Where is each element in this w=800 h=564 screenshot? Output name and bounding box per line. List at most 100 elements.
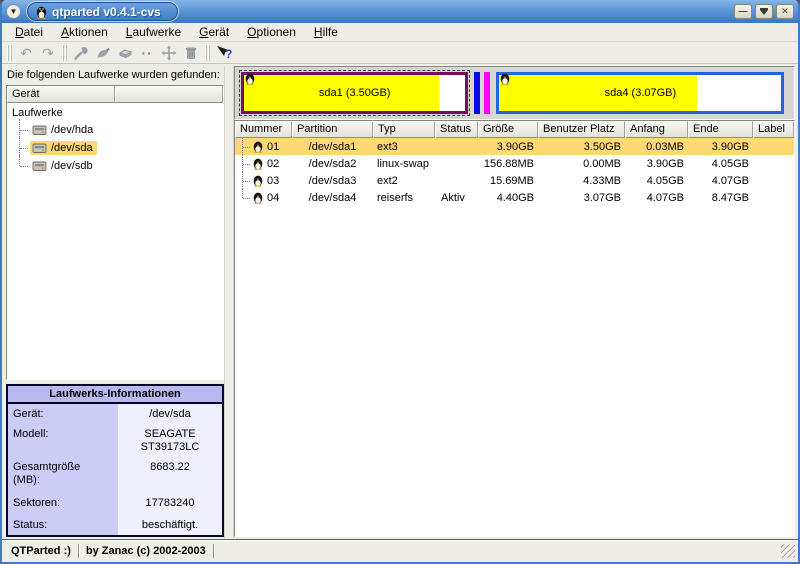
info-value: beschäftigt. — [118, 513, 222, 535]
svg-text:?: ? — [225, 47, 232, 61]
menu-aktionen[interactable]: Aktionen — [52, 24, 117, 40]
minimize-button[interactable]: — — [734, 4, 752, 19]
cell-ende: 3.90GB — [688, 141, 753, 153]
delete-button[interactable] — [180, 43, 202, 63]
cell-typ: ext3 — [373, 141, 435, 153]
column-header-benutzer-platz[interactable]: Benutzer Platz — [538, 121, 625, 138]
table-header[interactable]: Nummer Partition Typ Status Größe Benutz… — [235, 121, 794, 138]
resize-grip[interactable] — [781, 544, 795, 558]
info-label: Status: — [8, 513, 118, 535]
tux-icon — [500, 72, 510, 85]
cell-anfang: 4.07GB — [625, 192, 688, 204]
device-column-header[interactable]: Gerät — [7, 86, 115, 103]
tree-branch — [19, 157, 30, 175]
maximize-icon — [760, 8, 768, 15]
tux-icon — [253, 140, 263, 153]
menu-laufwerke[interactable]: Laufwerke — [117, 24, 190, 40]
cell-groesse: 4.40GB — [478, 192, 538, 204]
column-header-groesse[interactable]: Größe — [478, 121, 538, 138]
table-row[interactable]: 02 /dev/sda2 linux-swap 156.88MB 0.00MB … — [235, 155, 794, 172]
info-row-geraet: Gerät: /dev/sda — [8, 404, 222, 424]
column-header-anfang[interactable]: Anfang — [625, 121, 688, 138]
info-label: Sektoren: — [8, 490, 118, 513]
statusbar-divider — [213, 544, 214, 558]
cell-nummer: 03 — [267, 175, 279, 187]
partition-table[interactable]: Nummer Partition Typ Status Größe Benutz… — [234, 120, 795, 537]
device-item-sda[interactable]: /dev/sda — [19, 139, 223, 157]
menu-datei[interactable]: Datei — [6, 24, 52, 40]
drive-info-title: Laufwerks-Informationen — [8, 386, 222, 404]
undo-button[interactable]: ↶ — [15, 43, 37, 63]
drive-icon — [32, 160, 47, 172]
wrench-icon — [73, 45, 89, 61]
info-value: /dev/sda — [118, 404, 222, 424]
toolbar-handle[interactable] — [7, 45, 12, 61]
cell-partition: /dev/sda1 — [292, 141, 373, 153]
cell-ende: 4.05GB — [688, 158, 753, 170]
tree-root-laufwerke[interactable]: Laufwerke — [10, 106, 223, 120]
info-row-status: Status: beschäftigt. — [8, 513, 222, 535]
cell-nummer: 04 — [267, 192, 279, 204]
column-header-ende[interactable]: Ende — [688, 121, 753, 138]
table-row[interactable]: 03 /dev/sda3 ext2 15.69MB 4.33MB 4.05GB … — [235, 172, 794, 189]
cell-typ: ext2 — [373, 175, 435, 187]
device-list[interactable]: Gerät Laufwerke /dev/hda — [6, 85, 224, 380]
column-header-label[interactable]: Label — [753, 121, 794, 138]
cell-groesse: 156.88MB — [478, 158, 538, 170]
device-tree: Laufwerke /dev/hda — [7, 103, 223, 175]
column-header-nummer[interactable]: Nummer — [235, 121, 292, 138]
help-cursor-icon: ? — [215, 45, 233, 61]
trash-icon — [183, 45, 199, 61]
toolbar-separator — [205, 45, 210, 61]
device-list-header[interactable]: Gerät — [7, 86, 223, 103]
window-title: qtparted v0.4.1-cvs — [52, 5, 161, 19]
panel-splitter[interactable] — [224, 66, 234, 539]
info-row-gesamtgroesse: Gesamtgröße (MB): 8683.22 — [8, 457, 222, 490]
device-panel: Die folgenden Laufwerke wurden gefunden:… — [2, 66, 224, 539]
column-header-partition[interactable]: Partition — [292, 121, 373, 138]
move-button[interactable] — [158, 43, 180, 63]
tux-icon — [253, 157, 263, 170]
whats-this-button[interactable]: ? — [213, 43, 235, 63]
tree-branch — [19, 139, 30, 157]
statusbar: QTParted :) by Zanac (c) 2002-2003 — [2, 539, 798, 562]
toolbar: ↶ ↷ ·· — [2, 42, 798, 64]
format-button[interactable] — [92, 43, 114, 63]
menubar: Datei Aktionen Laufwerke Gerät Optionen … — [2, 23, 798, 42]
device-item-hda[interactable]: /dev/hda — [19, 121, 223, 139]
tux-icon — [253, 191, 263, 204]
statusbar-credit-label: by Zanac (c) 2002-2003 — [79, 545, 213, 557]
column-header-typ[interactable]: Typ — [373, 121, 435, 138]
partition-bar-sda4[interactable]: sda4 (3.07GB) — [494, 70, 786, 116]
statusbar-app-label: QTParted :) — [4, 545, 78, 557]
resize-button[interactable]: ·· — [136, 43, 158, 63]
cell-anfang: 0.03MB — [625, 141, 688, 153]
drive-info-panel: Laufwerks-Informationen Gerät: /dev/sda … — [6, 384, 224, 537]
paint-icon — [95, 45, 111, 61]
cell-benutzer-platz: 4.33MB — [538, 175, 625, 187]
device-item-sdb[interactable]: /dev/sdb — [19, 157, 223, 175]
menu-optionen[interactable]: Optionen — [238, 24, 305, 40]
redo-icon: ↷ — [42, 46, 54, 60]
move-icon — [161, 45, 177, 61]
title-pill: qtparted v0.4.1-cvs — [27, 2, 178, 21]
undo-icon: ↶ — [20, 46, 32, 60]
partition-bar-sda2[interactable] — [474, 72, 480, 114]
window-menu-button[interactable]: ▼ — [6, 4, 21, 19]
partition-bar-sda3[interactable] — [484, 72, 490, 114]
partition-bar-sda1[interactable]: sda1 (3.50GB) — [239, 70, 470, 116]
table-row[interactable]: 04 /dev/sda4 reiserfs Aktiv 4.40GB 3.07G… — [235, 189, 794, 206]
column-header-status[interactable]: Status — [435, 121, 478, 138]
close-button[interactable]: ✕ — [776, 4, 794, 19]
delete-old-button[interactable] — [114, 43, 136, 63]
app-icon — [36, 5, 47, 19]
maximize-button[interactable] — [755, 4, 773, 19]
menu-hilfe[interactable]: Hilfe — [305, 24, 347, 40]
property-button[interactable] — [70, 43, 92, 63]
cell-anfang: 3.90GB — [625, 158, 688, 170]
titlebar[interactable]: ▼ qtparted v0.4.1-cvs — ✕ — [2, 0, 798, 23]
menu-geraet[interactable]: Gerät — [190, 24, 238, 40]
table-row[interactable]: 01 /dev/sda1 ext3 3.90GB 3.50GB 0.03MB 3… — [235, 138, 794, 155]
redo-button[interactable]: ↷ — [37, 43, 59, 63]
cell-anfang: 4.05GB — [625, 175, 688, 187]
